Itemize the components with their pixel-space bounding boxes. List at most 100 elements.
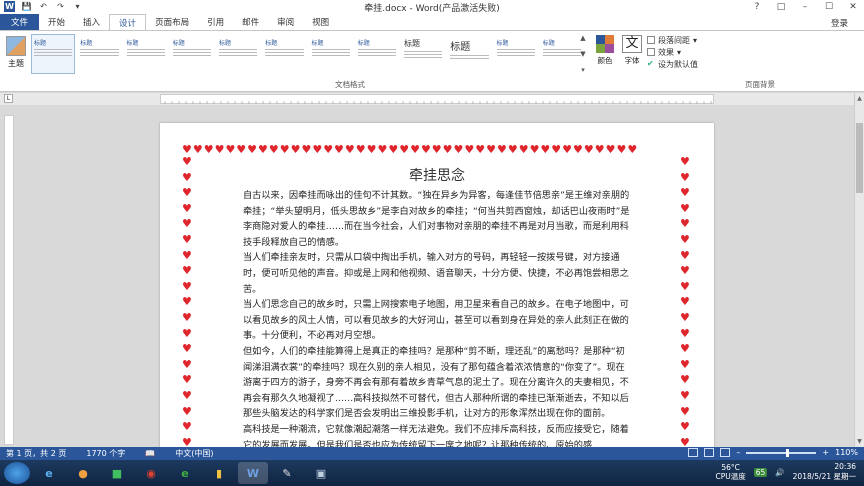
tab-file[interactable]: 文件: [0, 14, 40, 30]
document-body[interactable]: 自古以来，因牵挂而咏出的佳句不计其数。“独在异乡为异客，每逢佳节倍思亲”是王维对…: [243, 188, 631, 447]
browser-icon[interactable]: e: [170, 462, 200, 484]
heart-border-mark: ♥: [680, 248, 690, 262]
heart-border-mark: ♥: [680, 264, 690, 278]
proofing-icon[interactable]: 📖: [145, 449, 155, 458]
gallery-up-icon[interactable]: ▲: [580, 34, 585, 42]
gallery-more-icon[interactable]: ▾: [581, 66, 585, 74]
style-set-item[interactable]: 标题: [493, 34, 538, 74]
gallery-scroll[interactable]: ▲ ▼ ▾: [578, 34, 588, 74]
read-mode-icon[interactable]: [688, 448, 699, 457]
heart-border-mark: ♥: [680, 404, 690, 418]
paragraph-spacing-button[interactable]: 段落间距 ▾: [647, 34, 742, 46]
colors-button[interactable]: 颜色: [594, 35, 616, 66]
zoom-in-icon[interactable]: +: [822, 448, 829, 457]
volume-icon[interactable]: 🔊: [775, 468, 784, 477]
tab-page-layout[interactable]: 页面布局: [146, 14, 198, 30]
heart-border-mark: ♥: [182, 373, 192, 387]
document-page[interactable]: ♥♥♥♥♥♥♥♥♥♥♥♥♥♥♥♥♥♥♥♥♥♥♥♥♥♥♥♥♥♥♥♥♥♥♥♥♥♥♥♥…: [160, 123, 714, 447]
heart-border-mark: ♥: [680, 295, 690, 309]
tab-mailings[interactable]: 邮件: [233, 14, 268, 30]
style-set-item-title: 标题: [311, 40, 324, 47]
heart-page-border-top: ♥♥♥♥♥♥♥♥♥♥♥♥♥♥♥♥♥♥♥♥♥♥♥♥♥♥♥♥♥♥♥♥♥♥♥♥♥♥♥♥…: [182, 144, 639, 156]
style-set-item[interactable]: 标题: [31, 34, 76, 74]
style-set-item-title: 标题: [542, 40, 555, 47]
tab-view[interactable]: 视图: [303, 14, 338, 30]
style-set-item[interactable]: 标题: [216, 34, 261, 74]
tab-insert[interactable]: 插入: [74, 14, 109, 30]
chrome-icon[interactable]: ◉: [136, 462, 166, 484]
paragraph[interactable]: 但如今，人们的牵挂能算得上是真正的牵挂吗？是那种“剪不断，理还乱”的离愁吗？是那…: [243, 344, 631, 422]
paint-app-icon[interactable]: ✎: [272, 462, 302, 484]
themes-button[interactable]: 主题: [3, 34, 29, 74]
tab-home[interactable]: 开始: [39, 14, 74, 30]
tab-review[interactable]: 审阅: [268, 14, 303, 30]
folder-icon[interactable]: ▮: [204, 462, 234, 484]
heart-border-mark: ♥: [182, 264, 192, 278]
paragraph[interactable]: 当人们牵挂亲友时，只需从口袋中掏出手机，输入对方的号码，再轻轻一按拨号键，对方接…: [243, 250, 631, 297]
heart-page-border-left: ♥♥♥♥♥♥♥♥♥♥♥♥♥♥♥♥♥♥♥♥: [182, 156, 194, 447]
login-link[interactable]: 登录: [831, 17, 848, 29]
heart-border-mark: ♥: [182, 435, 192, 447]
heart-border-mark: ♥: [182, 404, 192, 418]
help-icon[interactable]: ?: [750, 0, 764, 13]
heart-border-mark: ♥: [680, 232, 690, 246]
tray-badge[interactable]: 65: [753, 467, 768, 477]
page-count[interactable]: 第 1 页，共 2 页: [6, 448, 66, 459]
start-button-icon[interactable]: [4, 462, 30, 484]
view-and-zoom: – + 110%: [688, 448, 858, 457]
set-default-button[interactable]: ✔ 设为默认值: [647, 58, 742, 70]
zoom-slider[interactable]: [746, 448, 817, 457]
word-count[interactable]: 1770 个字: [86, 448, 125, 459]
zoom-slider-knob[interactable]: [786, 448, 790, 457]
gallery-down-icon[interactable]: ▼: [580, 50, 585, 58]
heart-border-mark: ♥: [182, 232, 192, 246]
ie-icon[interactable]: e: [34, 462, 64, 484]
web-layout-icon[interactable]: [720, 448, 731, 457]
style-set-item-title: 标题: [172, 40, 185, 47]
style-set-item[interactable]: 标题: [169, 34, 214, 74]
tab-references[interactable]: 引用: [198, 14, 233, 30]
page-background-group-label: 页面背景: [745, 80, 775, 89]
word-taskbar-icon[interactable]: W: [238, 462, 268, 484]
effects-button[interactable]: 效果 ▾: [647, 46, 742, 58]
paragraph[interactable]: 当人们思念自己的故乡时，只需上网搜索电子地图，用卫星来看自己的故乡。在电子地图中…: [243, 297, 631, 344]
clock[interactable]: 20:36 2018/5/21 星期一: [793, 462, 856, 482]
language[interactable]: 中文(中国): [175, 448, 213, 459]
style-set-item[interactable]: 标题: [447, 34, 492, 74]
vertical-scrollbar[interactable]: ▲ ▼: [854, 93, 864, 447]
paragraph[interactable]: 自古以来，因牵挂而咏出的佳句不计其数。“独在异乡为异客，每逢佳节倍思亲”是王维对…: [243, 188, 631, 250]
style-set-item[interactable]: 标题: [123, 34, 168, 74]
ribbon-display-icon[interactable]: □: [774, 0, 788, 13]
minimize-icon[interactable]: –: [798, 0, 812, 13]
style-set-item-title: 标题: [126, 40, 139, 47]
green-app-icon[interactable]: ■: [102, 462, 132, 484]
print-layout-icon[interactable]: [704, 448, 715, 457]
tab-selector-icon[interactable]: L: [4, 94, 13, 103]
document-heading[interactable]: 牵挂思念: [160, 165, 714, 185]
scroll-down-icon[interactable]: ▼: [855, 438, 864, 445]
horizontal-ruler[interactable]: [160, 94, 714, 104]
heart-border-mark: ♥: [680, 186, 690, 200]
checkmark-icon: ✔: [647, 59, 654, 68]
style-set-item[interactable]: 标题: [308, 34, 353, 74]
maximize-icon[interactable]: ☐: [822, 0, 836, 13]
style-set-item-title: 标题: [80, 40, 93, 47]
fonts-button[interactable]: 文 字体: [620, 35, 644, 66]
media-app-icon[interactable]: ●: [68, 462, 98, 484]
zoom-level[interactable]: 110%: [835, 448, 858, 457]
style-set-item[interactable]: 标题: [354, 34, 399, 74]
paragraph[interactable]: 高科技是一种潮流，它就像潮起潮落一样无法避免。我们不应排斥高科技，反而应接受它，…: [243, 422, 631, 447]
scroll-up-icon[interactable]: ▲: [855, 95, 864, 102]
cpu-temperature[interactable]: 56°C CPU温度: [716, 463, 746, 481]
ribbon-tabs: 文件 开始 插入 设计 页面布局 引用 邮件 审阅 视图 登录: [0, 14, 864, 30]
style-set-item[interactable]: 标题: [262, 34, 307, 74]
photo-app-icon[interactable]: ▣: [306, 462, 336, 484]
style-set-item[interactable]: 标题: [77, 34, 122, 74]
tab-design[interactable]: 设计: [109, 14, 147, 30]
close-icon[interactable]: ✕: [846, 0, 860, 13]
heart-border-mark: ♥: [680, 435, 690, 447]
zoom-out-icon[interactable]: –: [736, 448, 740, 457]
style-set-item[interactable]: 标题: [401, 34, 446, 74]
vertical-ruler[interactable]: [4, 115, 14, 445]
scrollbar-thumb[interactable]: [856, 123, 863, 193]
